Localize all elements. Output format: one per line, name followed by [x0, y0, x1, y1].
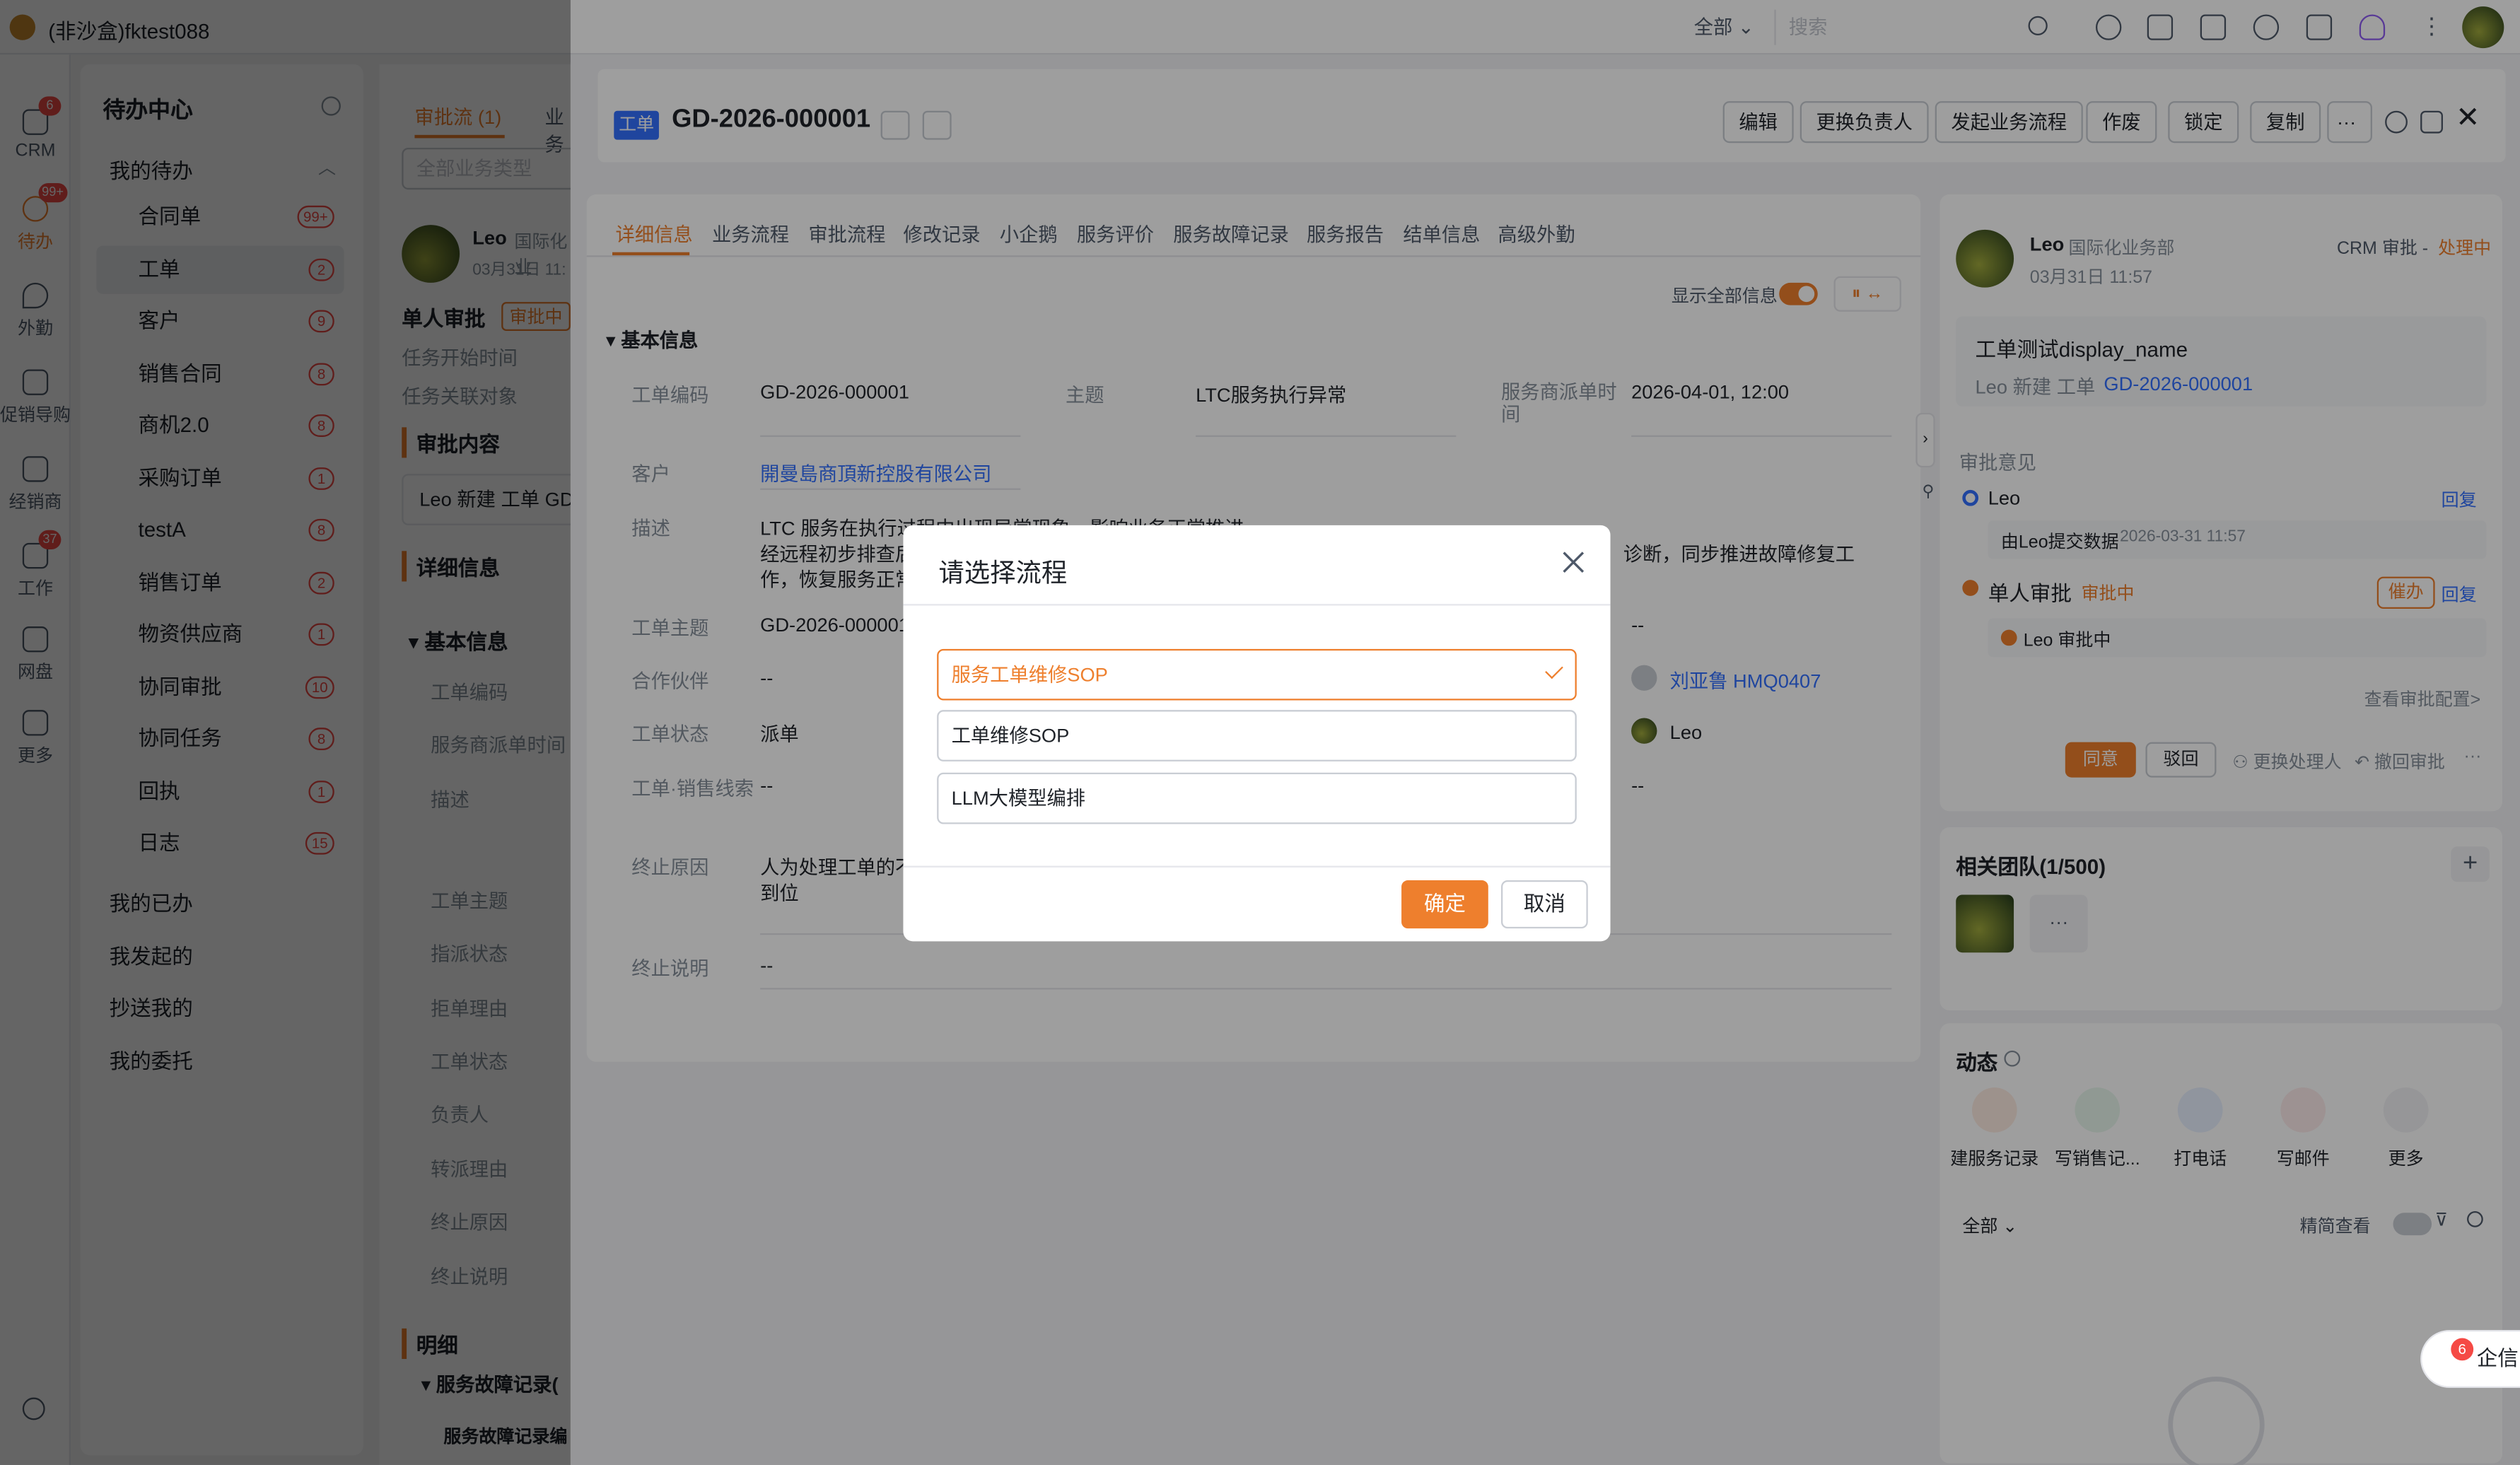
dialog-title: 请选择流程: [938, 560, 1068, 588]
flow-option-label: LLM大模型编排: [951, 787, 1086, 810]
chat-label: 企信: [2476, 1346, 2519, 1370]
flow-option-label: 服务工单维修SOP: [951, 663, 1108, 687]
dialog-divider: [903, 865, 1611, 868]
close-icon[interactable]: [1559, 548, 1588, 577]
dialog-divider: [903, 604, 1611, 606]
qixin-chat-button[interactable]: 6 企信: [2420, 1330, 2520, 1388]
close-glyph: [1563, 551, 1585, 573]
flow-option-label: 工单维修SOP: [951, 724, 1070, 747]
flow-option-selected[interactable]: 服务工单维修SOP: [937, 648, 1577, 701]
app-root: (非沙盒)fktest088 全部 ⌄ 搜索 ⋮ 6 CRM 99+ 待办 外勤 促…: [0, 0, 2520, 1465]
chat-badge: 6: [2451, 1338, 2474, 1361]
check-icon: [1545, 660, 1563, 679]
flow-option[interactable]: 工单维修SOP: [937, 710, 1577, 761]
confirm-button[interactable]: 确定: [1401, 880, 1488, 929]
flow-option[interactable]: LLM大模型编排: [937, 772, 1577, 824]
select-flow-dialog: 请选择流程 服务工单维修SOP 工单维修SOP LLM大模型编排 确定 取消: [903, 525, 1611, 942]
cancel-button[interactable]: 取消: [1500, 880, 1588, 929]
